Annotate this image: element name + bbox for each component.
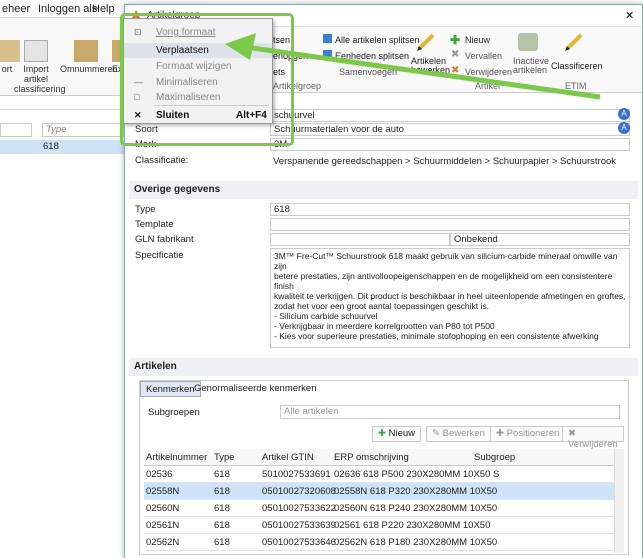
highlight-arrow xyxy=(225,33,601,100)
